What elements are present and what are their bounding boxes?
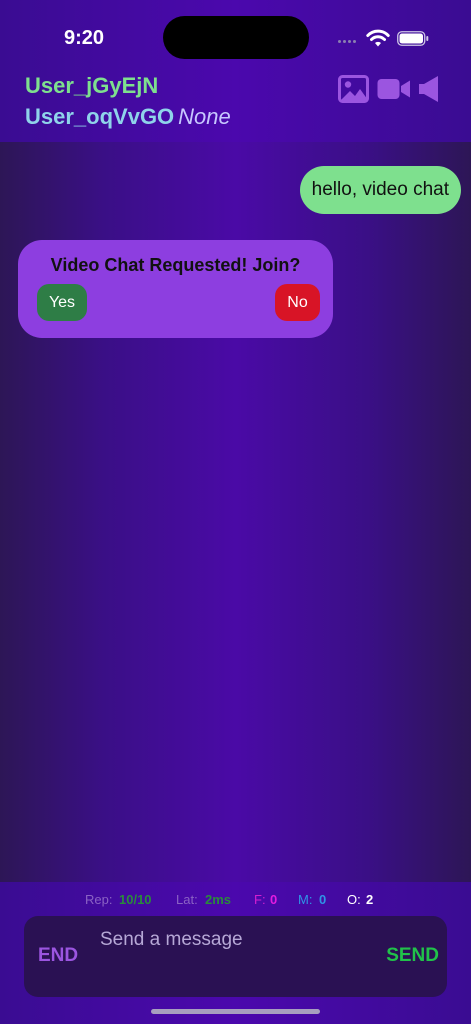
stat-rep-value: 10/10 (119, 892, 152, 907)
stat-latency-label: Lat: (176, 892, 198, 907)
secondary-user-status: None (178, 104, 231, 129)
decline-video-chat-button[interactable]: No (275, 284, 320, 321)
stat-latency-value: 2ms (205, 892, 232, 907)
stat-rep-label: Rep: (85, 892, 113, 907)
video-chat-request-card: Video Chat Requested! Join? Yes No (18, 240, 333, 338)
primary-username: User_jGyEjN (25, 73, 159, 98)
home-indicator[interactable] (151, 1009, 320, 1014)
message-composer: END SEND (24, 916, 447, 997)
decline-label: No (287, 293, 308, 311)
message-text: hello, video chat (311, 179, 449, 200)
stat-f-label: F: (254, 892, 266, 907)
connection-stats: Rep: 10/10 Lat: 2ms F: 0 M: 0 O: 2 (0, 892, 471, 908)
battery-icon (397, 31, 429, 46)
video-camera-icon[interactable] (377, 74, 411, 104)
accept-label: Yes (48, 293, 76, 311)
status-bar-time: 9:20 (64, 27, 105, 49)
cellular-signal-icon (338, 38, 360, 44)
accept-video-chat-button[interactable]: Yes (37, 284, 87, 321)
stat-f-value: 0 (270, 892, 278, 907)
send-button[interactable]: SEND (386, 945, 439, 967)
stat-o-value: 2 (366, 892, 374, 907)
image-icon[interactable] (338, 74, 369, 104)
secondary-username: User_oqVvGO (25, 104, 175, 129)
secondary-user-row: User_oqVvGO None (25, 104, 231, 130)
dynamic-island (163, 16, 309, 59)
speaker-icon[interactable] (418, 74, 440, 104)
end-chat-button[interactable]: END (38, 945, 78, 967)
message-input[interactable] (100, 927, 370, 953)
wifi-icon (366, 29, 390, 47)
stat-m-value: 0 (319, 892, 327, 907)
outgoing-message-bubble: hello, video chat (299, 166, 461, 214)
stat-m-label: M: (298, 892, 313, 907)
chat-header: 9:20 User_jGyEjN User_oqVvGO None (0, 0, 471, 142)
video-request-title: Video Chat Requested! Join? (50, 255, 301, 275)
stat-o-label: O: (347, 892, 361, 907)
